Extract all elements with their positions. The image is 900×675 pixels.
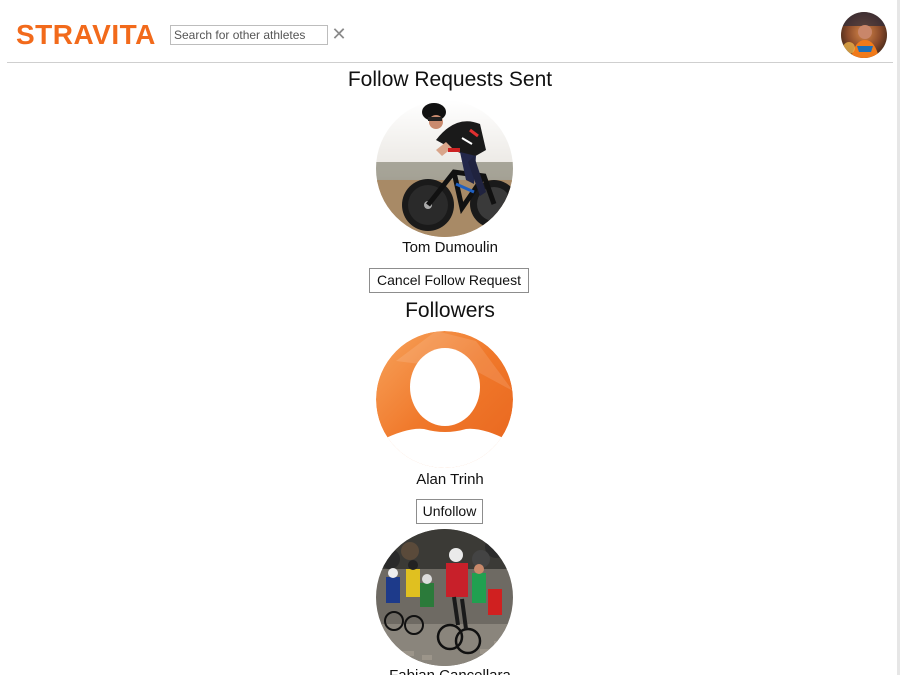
header-divider bbox=[7, 62, 893, 63]
follow-requests-title: Follow Requests Sent bbox=[347, 68, 553, 91]
cancel-follow-request-button[interactable]: Cancel Follow Request bbox=[369, 268, 529, 293]
fabian-cancellara-photo bbox=[376, 529, 513, 666]
followers-title: Followers bbox=[405, 299, 495, 322]
top-bar: STRAVITA ✕ bbox=[0, 0, 897, 62]
tom-dumoulin-photo bbox=[376, 100, 513, 237]
tom-dumoulin-name: Tom Dumoulin bbox=[402, 239, 498, 256]
fabian-cancellara-name: Fabian Cancellara bbox=[0, 667, 900, 675]
alan-trinh-default-avatar-icon bbox=[376, 331, 513, 468]
unfollow-button[interactable]: Unfollow bbox=[416, 499, 483, 524]
user-avatar-icon[interactable] bbox=[841, 12, 887, 58]
alan-trinh-name: Alan Trinh bbox=[416, 471, 484, 488]
page: STRAVITA ✕ Follow Re bbox=[0, 0, 900, 675]
clear-search-icon[interactable]: ✕ bbox=[331, 24, 347, 44]
athlete-search-input[interactable] bbox=[170, 25, 328, 45]
app-logo[interactable]: STRAVITA bbox=[16, 18, 156, 52]
